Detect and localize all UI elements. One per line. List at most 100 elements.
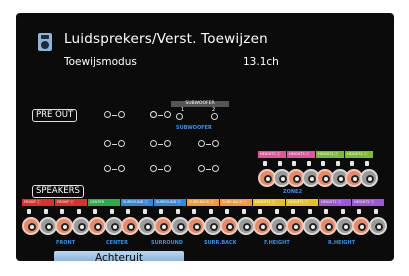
pre-out-terminal xyxy=(104,111,111,118)
speaker-terminal[interactable] xyxy=(38,217,57,235)
speaker-terminal[interactable] xyxy=(253,217,271,235)
speaker-lamp xyxy=(109,209,114,214)
subwoofer-caption: SUBWOOFER xyxy=(176,125,212,131)
speaker-icon xyxy=(38,33,52,51)
pre-out-link xyxy=(112,144,117,145)
pre-out-terminal xyxy=(212,140,219,147)
speaker-terminal[interactable] xyxy=(352,217,370,235)
speaker-lamp xyxy=(258,209,262,214)
pre-out-link xyxy=(158,144,163,145)
zone2-tag: HEIGHT3 ⓛ xyxy=(258,151,286,158)
speaker-terminal[interactable] xyxy=(170,217,189,235)
speaker-terminal[interactable] xyxy=(368,217,387,235)
speaker-terminal[interactable] xyxy=(302,217,321,235)
pre-out-link xyxy=(158,169,163,170)
pre-out-terminal xyxy=(150,165,157,172)
speaker-terminal[interactable] xyxy=(71,217,90,235)
speaker-terminal[interactable] xyxy=(203,217,222,235)
pre-out-terminal xyxy=(118,165,125,172)
pre-out-terminal xyxy=(198,165,205,172)
zone2-lamp xyxy=(350,161,354,166)
speaker-terminal[interactable] xyxy=(220,217,238,235)
speaker-tag: SURR.BACK ⓡ xyxy=(220,199,252,206)
pre-out-link xyxy=(112,169,117,170)
pre-out-terminal xyxy=(118,140,125,147)
speaker-group-label: SURR.BACK xyxy=(204,240,237,246)
pre-out-link xyxy=(206,169,211,170)
speaker-terminal[interactable] xyxy=(121,217,139,235)
back-button[interactable]: Achteruit xyxy=(54,251,184,261)
pre-out-terminal xyxy=(164,165,171,172)
speaker-tag: HEIGHT2 ⓛ xyxy=(319,199,351,206)
speaker-lamp xyxy=(142,209,147,214)
speaker-terminal[interactable] xyxy=(286,217,304,235)
speaker-terminal[interactable] xyxy=(319,217,337,235)
speaker-lamp xyxy=(241,209,246,214)
pre-out-terminal xyxy=(212,165,219,172)
zone2-lamp xyxy=(321,161,325,166)
pre-out-terminal xyxy=(118,111,125,118)
pre-out-link xyxy=(112,115,117,116)
zone2-terminal[interactable] xyxy=(359,169,378,187)
speaker-lamp xyxy=(373,209,378,214)
speaker-lamp xyxy=(324,209,328,214)
speaker-lamp xyxy=(93,209,97,214)
speaker-group-label: F.HEIGHT xyxy=(264,240,290,246)
speaker-group-label: FRONT xyxy=(56,240,76,246)
zone2-lamp xyxy=(277,161,282,166)
speaker-lamp xyxy=(274,209,279,214)
zone2-lamp xyxy=(292,161,296,166)
speaker-lamp xyxy=(60,209,64,214)
speaker-tag: HEIGHT1 ⓡ xyxy=(286,199,318,206)
speaker-group-label: CENTER xyxy=(106,240,128,246)
speaker-lamp xyxy=(159,209,163,214)
speaker-terminal[interactable] xyxy=(55,217,73,235)
assign-mode-value[interactable]: 13.1ch xyxy=(243,56,279,68)
pre-out-label: PRE OUT xyxy=(32,109,78,122)
speaker-lamp xyxy=(291,209,295,214)
speaker-terminal[interactable] xyxy=(137,217,156,235)
subwoofer-terminal-1 xyxy=(150,111,157,118)
speaker-tag: SURR.BACK ⓛ xyxy=(187,199,219,206)
speaker-lamp xyxy=(76,209,81,214)
speaker-tag: HEIGHT1 ⓛ xyxy=(253,199,285,206)
speaker-terminal[interactable] xyxy=(187,217,205,235)
subwoofer-number-1: 1 xyxy=(181,107,185,113)
speaker-lamp xyxy=(43,209,48,214)
speaker-terminal[interactable] xyxy=(154,217,172,235)
pre-out-terminal xyxy=(198,140,205,147)
pre-out-terminal xyxy=(104,165,111,172)
speaker-terminal[interactable] xyxy=(236,217,255,235)
speaker-group-label: R.HEIGHT xyxy=(328,240,356,246)
screen: Luidsprekers/Verst. Toewijzen Toewijsmod… xyxy=(16,13,394,261)
speakers-label: SPEAKERS xyxy=(32,185,84,198)
zone2-tag: HEIGHT3 ⓡ xyxy=(287,151,315,158)
pre-out-link xyxy=(206,144,211,145)
speaker-group-label: SURROUND xyxy=(151,240,184,246)
zone2-lamp xyxy=(263,161,267,166)
pre-out-terminal xyxy=(164,140,171,147)
pre-out-link xyxy=(158,115,163,116)
zone2-tag: HEIGHT4 ⓛ xyxy=(316,151,344,158)
speaker-terminal[interactable] xyxy=(88,217,106,235)
speaker-terminal[interactable] xyxy=(269,217,288,235)
pre-out-terminal xyxy=(164,111,171,118)
speaker-tag: SURROUND ⓡ xyxy=(154,199,186,206)
subwoofer-number-2: 2 xyxy=(212,107,216,113)
speaker-tag: SURROUND ⓛ xyxy=(121,199,153,206)
speaker-lamp xyxy=(208,209,213,214)
speaker-lamp xyxy=(307,209,312,214)
speaker-terminal[interactable] xyxy=(335,217,354,235)
assign-mode-label: Toewijsmodus xyxy=(64,56,137,68)
zone2-lamp xyxy=(364,161,369,166)
speaker-lamp xyxy=(192,209,196,214)
speaker-tag: FRONT ⓡ xyxy=(55,199,87,206)
speaker-lamp xyxy=(27,209,31,214)
speaker-tag: HEIGHT2 ⓡ xyxy=(352,199,384,206)
speaker-terminal[interactable] xyxy=(22,217,40,235)
pre-out-terminal xyxy=(150,140,157,147)
subwoofer-terminal-2 xyxy=(176,113,183,120)
speaker-tag: CENTER xyxy=(88,199,120,206)
speaker-terminal[interactable] xyxy=(104,217,123,235)
page-title: Luidsprekers/Verst. Toewijzen xyxy=(64,31,268,47)
